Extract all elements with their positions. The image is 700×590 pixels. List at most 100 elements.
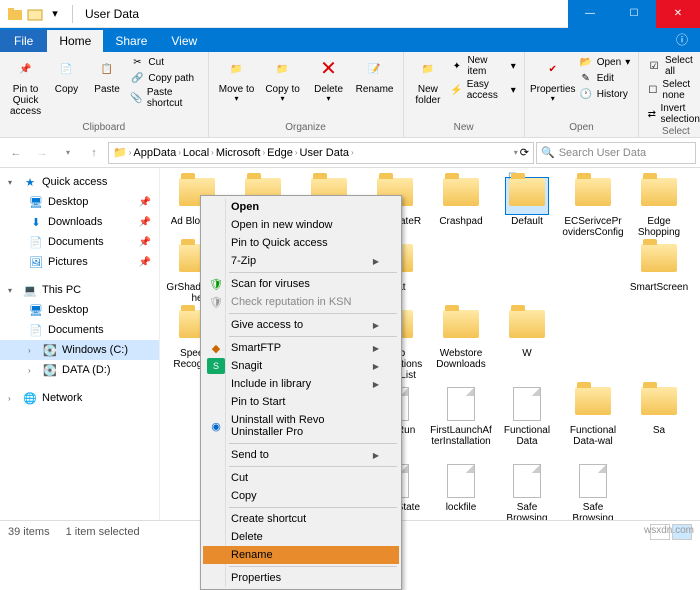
move-to-button[interactable]: 📁Move to▾ bbox=[215, 54, 259, 106]
sidebar-pc-data-d[interactable]: ›💽DATA (D:) bbox=[0, 360, 159, 380]
pin-icon: 📌 bbox=[139, 197, 155, 208]
maximize-button[interactable]: ☐ bbox=[612, 0, 656, 28]
open-button[interactable]: 📂Open ▾ bbox=[577, 54, 633, 70]
ribbon-expand-icon[interactable]: ⓘ bbox=[664, 27, 700, 52]
ctx-open-new-window[interactable]: Open in new window bbox=[203, 216, 399, 234]
sidebar-quick-access[interactable]: ▾★Quick access bbox=[0, 172, 159, 192]
tab-file[interactable]: File bbox=[0, 30, 47, 52]
pin-quick-access-button[interactable]: 📌Pin to Quick access bbox=[6, 54, 45, 119]
path-icon: 🔗 bbox=[130, 71, 144, 85]
sidebar-pc-windows-c[interactable]: ›💽Windows (C:) bbox=[0, 340, 159, 360]
paste-button[interactable]: 📋Paste bbox=[88, 54, 127, 97]
refresh-button[interactable]: ⟳ bbox=[520, 146, 529, 159]
crumb[interactable]: Edge bbox=[267, 147, 293, 159]
back-button[interactable]: ← bbox=[4, 141, 28, 165]
tab-home[interactable]: Home bbox=[47, 30, 103, 52]
chevron-right-icon: ▶ bbox=[373, 362, 379, 371]
sidebar-pc-documents[interactable]: 📄Documents bbox=[0, 320, 159, 340]
forward-button[interactable]: → bbox=[30, 141, 54, 165]
file-item[interactable]: SmartScreen bbox=[626, 242, 692, 306]
file-item[interactable]: Sa bbox=[626, 385, 692, 460]
ctx-copy[interactable]: Copy bbox=[203, 487, 399, 505]
new-item-button[interactable]: ✦New item ▾ bbox=[448, 54, 517, 78]
minimize-button[interactable]: — bbox=[568, 0, 612, 28]
sidebar-pc-desktop[interactable]: 🖥Desktop bbox=[0, 300, 159, 320]
drive-icon: 💽 bbox=[42, 342, 58, 358]
file-item[interactable]: Safe Browsing Cookies-journal bbox=[560, 462, 626, 520]
recent-button[interactable]: ▾ bbox=[56, 141, 80, 165]
ctx-smartftp[interactable]: ◆SmartFTP▶ bbox=[203, 339, 399, 357]
history-icon: 🕐 bbox=[579, 87, 593, 101]
sidebar-network[interactable]: ›🌐Network bbox=[0, 388, 159, 408]
delete-button[interactable]: ✕Delete▾ bbox=[307, 54, 351, 106]
history-button[interactable]: 🕐History bbox=[577, 86, 633, 102]
ctx-send-to[interactable]: Send to▶ bbox=[203, 446, 399, 464]
easy-access-button[interactable]: ⚡Easy access ▾ bbox=[448, 78, 517, 102]
file-item[interactable]: Crashpad bbox=[428, 176, 494, 240]
crumb[interactable]: Microsoft bbox=[216, 147, 261, 159]
ctx-pin-start[interactable]: Pin to Start bbox=[203, 393, 399, 411]
dropdown-icon[interactable]: ▾ bbox=[46, 5, 64, 23]
edit-button[interactable]: ✎Edit bbox=[577, 70, 633, 86]
pin-icon: 📌 bbox=[139, 217, 155, 228]
search-input[interactable]: 🔍 Search User Data bbox=[536, 142, 696, 164]
pin-icon: 📌 bbox=[139, 257, 155, 268]
crumb[interactable]: Local bbox=[183, 147, 209, 159]
ctx-7zip[interactable]: 7-Zip▶ bbox=[203, 252, 399, 270]
ctx-give-access[interactable]: Give access to▶ bbox=[203, 316, 399, 334]
move-icon: 📁 bbox=[224, 56, 250, 82]
select-all-button[interactable]: ☑Select all bbox=[645, 54, 700, 78]
cut-button[interactable]: ✂Cut bbox=[128, 54, 201, 70]
crumb[interactable]: User Data bbox=[300, 147, 350, 159]
ctx-delete[interactable]: Delete bbox=[203, 528, 399, 546]
file-item[interactable]: Functional Data-wal bbox=[560, 385, 626, 460]
ctx-pin-quick-access[interactable]: Pin to Quick access bbox=[203, 234, 399, 252]
breadcrumb[interactable]: 📁 › AppData› Local› Microsoft› Edge› Use… bbox=[108, 142, 534, 164]
tab-share[interactable]: Share bbox=[103, 30, 159, 52]
file-item[interactable]: ECSerivceProvidersConfig bbox=[560, 176, 626, 240]
file-item[interactable]: lockfile bbox=[428, 462, 494, 520]
sidebar-desktop[interactable]: 🖥Desktop📌 bbox=[0, 192, 159, 212]
ctx-properties[interactable]: Properties bbox=[203, 569, 399, 587]
up-button[interactable]: ↑ bbox=[82, 141, 106, 165]
new-folder-button[interactable]: 📁New folder bbox=[410, 54, 447, 108]
ctx-create-shortcut[interactable]: Create shortcut bbox=[203, 510, 399, 528]
rename-button[interactable]: 📝Rename bbox=[353, 54, 397, 97]
group-new-label: New bbox=[410, 122, 518, 135]
file-item[interactable]: W bbox=[494, 308, 560, 383]
select-none-button[interactable]: ☐Select none bbox=[645, 78, 700, 102]
copy-button[interactable]: 📄Copy bbox=[47, 54, 86, 97]
invert-selection-button[interactable]: ⇄Invert selection bbox=[645, 102, 700, 126]
file-item[interactable]: Safe Browsing Cookies bbox=[494, 462, 560, 520]
sidebar-this-pc[interactable]: ▾💻This PC bbox=[0, 280, 159, 300]
ctx-revo[interactable]: ◉Uninstall with Revo Uninstaller Pro bbox=[203, 411, 399, 441]
sidebar-pictures[interactable]: 🖼Pictures📌 bbox=[0, 252, 159, 272]
documents-icon: 📄 bbox=[28, 234, 44, 250]
title-bar: ▾ User Data — ☐ ✕ bbox=[0, 0, 700, 28]
ctx-scan-viruses[interactable]: 🛡Scan for viruses bbox=[203, 275, 399, 293]
copy-path-button[interactable]: 🔗Copy path bbox=[128, 70, 201, 86]
copy-to-button[interactable]: 📁Copy to▾ bbox=[261, 54, 305, 106]
file-item[interactable]: FirstLaunchAfterInstallation bbox=[428, 385, 494, 460]
crumb[interactable]: AppData bbox=[133, 147, 176, 159]
sidebar-downloads[interactable]: ⬇Downloads📌 bbox=[0, 212, 159, 232]
ctx-snagit[interactable]: SSnagit▶ bbox=[203, 357, 399, 375]
ctx-include-library[interactable]: Include in library▶ bbox=[203, 375, 399, 393]
paste-shortcut-button[interactable]: 📎Paste shortcut bbox=[128, 86, 201, 110]
open-icon: 📂 bbox=[579, 55, 593, 69]
file-item[interactable]: Edge Shopping bbox=[626, 176, 692, 240]
ctx-cut[interactable]: Cut bbox=[203, 469, 399, 487]
ctx-rename[interactable]: Rename bbox=[203, 546, 399, 564]
file-item[interactable]: Functional Data bbox=[494, 385, 560, 460]
file-item[interactable]: ☑Default bbox=[494, 176, 560, 240]
tab-view[interactable]: View bbox=[159, 30, 209, 52]
edit-icon: ✎ bbox=[579, 71, 593, 85]
shield-icon: 🛡 bbox=[207, 294, 225, 310]
file-item[interactable]: Webstore Downloads bbox=[428, 308, 494, 383]
sidebar-documents[interactable]: 📄Documents📌 bbox=[0, 232, 159, 252]
properties-button[interactable]: ✔Properties▾ bbox=[531, 54, 575, 106]
ribbon-tabs: File Home Share View ⓘ bbox=[0, 28, 700, 52]
ctx-open[interactable]: Open bbox=[203, 198, 399, 216]
close-button[interactable]: ✕ bbox=[656, 0, 700, 28]
downloads-icon: ⬇ bbox=[28, 214, 44, 230]
